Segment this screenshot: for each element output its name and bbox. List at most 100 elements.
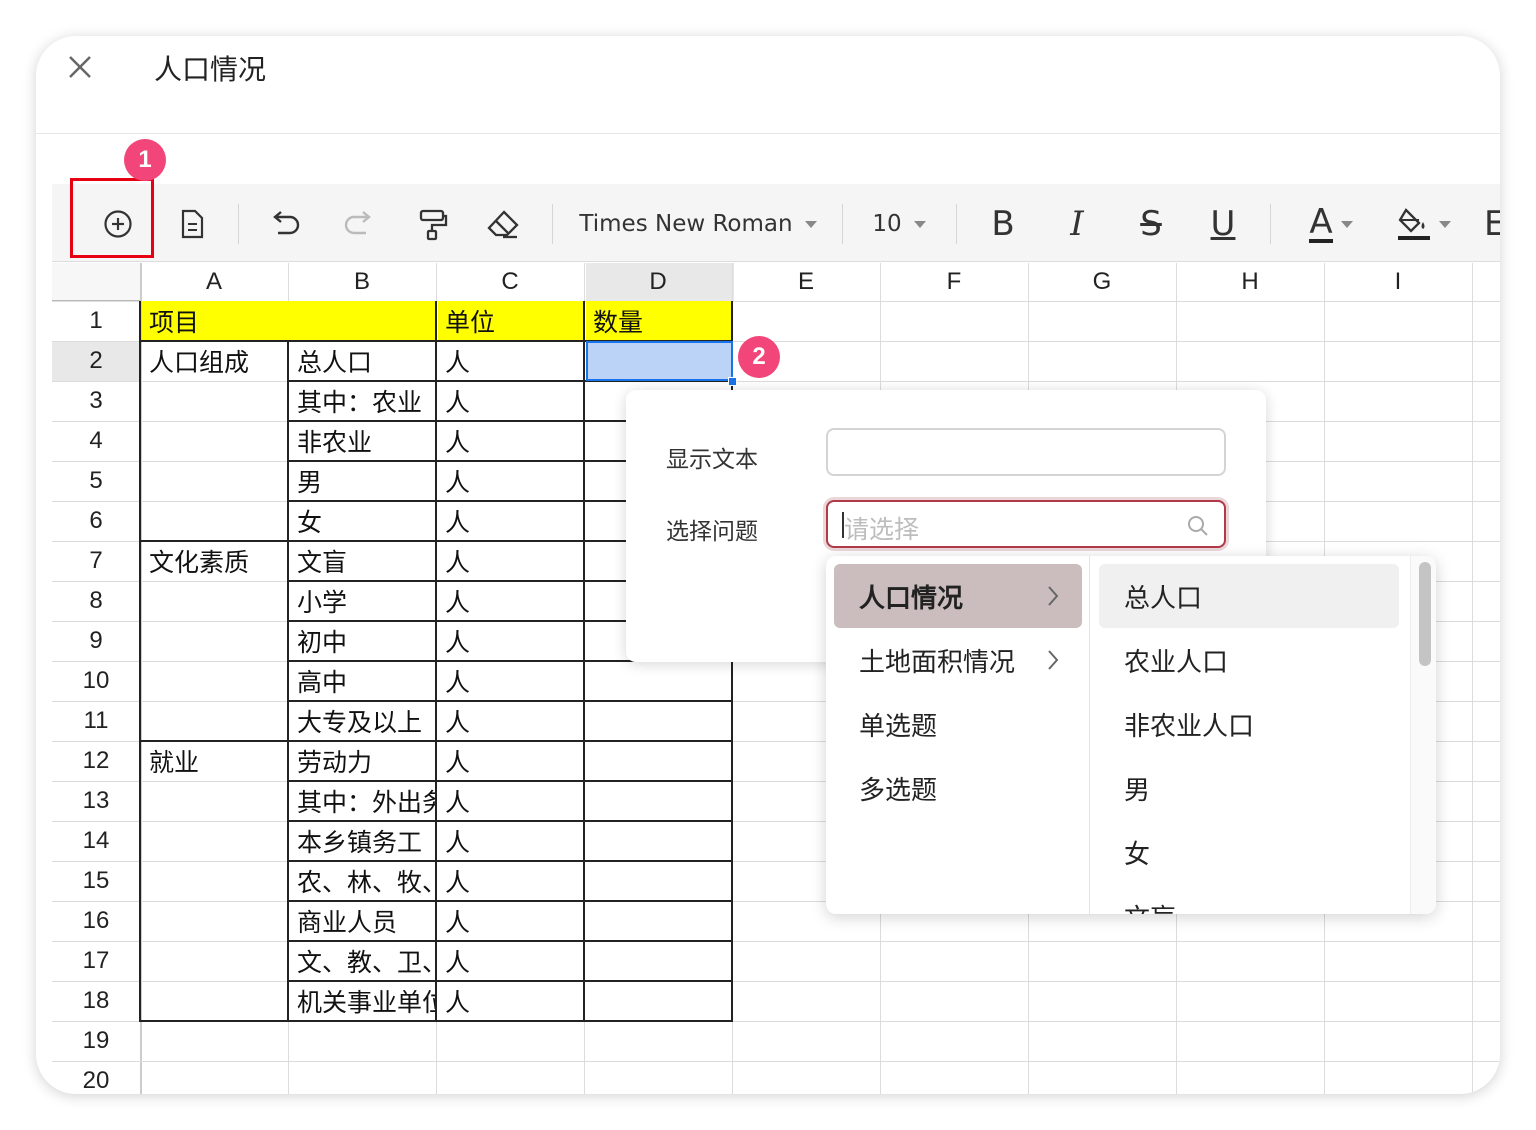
row-header-5[interactable]: 5	[52, 461, 140, 501]
font-size-select[interactable]: 10	[868, 204, 930, 244]
cell-b17[interactable]: 文、教、卫、	[290, 941, 436, 981]
undo-button[interactable]	[264, 204, 306, 244]
cell-c14[interactable]: 人	[438, 821, 584, 861]
cell-c8[interactable]: 人	[438, 581, 584, 621]
cell-b15[interactable]: 农、林、牧、	[290, 861, 436, 901]
row-header-14[interactable]: 14	[52, 821, 140, 861]
font-color-button[interactable]: A	[1298, 204, 1364, 244]
row-header-7[interactable]: 7	[52, 541, 140, 581]
row-header-20[interactable]: 20	[52, 1061, 140, 1094]
redo-button[interactable]	[338, 204, 380, 244]
row-header-8[interactable]: 8	[52, 581, 140, 621]
cell-a7-group[interactable]: 文化素质	[142, 541, 288, 581]
option-item[interactable]: 农业人口	[1099, 628, 1399, 692]
cell-b3[interactable]: 其中：农业	[290, 381, 436, 421]
cell-c6[interactable]: 人	[438, 501, 584, 541]
option-item[interactable]: 文盲	[1099, 884, 1399, 915]
cell-c11[interactable]: 人	[438, 701, 584, 741]
cell-b9[interactable]: 初中	[290, 621, 436, 661]
cell-b14[interactable]: 本乡镇务工	[290, 821, 436, 861]
cell-c13[interactable]: 人	[438, 781, 584, 821]
category-item-single-choice[interactable]: 单选题	[834, 692, 1082, 756]
cell-c15[interactable]: 人	[438, 861, 584, 901]
cell-c18[interactable]: 人	[438, 981, 584, 1021]
column-header-a[interactable]: A	[140, 263, 288, 301]
format-painter-button[interactable]	[412, 204, 454, 244]
column-header-g[interactable]: G	[1028, 263, 1176, 301]
cell-c7[interactable]: 人	[438, 541, 584, 581]
column-header-d[interactable]: D	[584, 263, 732, 301]
fill-handle[interactable]	[728, 377, 737, 386]
italic-button[interactable]: I	[1056, 204, 1098, 244]
cell-b4[interactable]: 非农业	[290, 421, 436, 461]
option-item[interactable]: 非农业人口	[1099, 692, 1399, 756]
scrollbar-thumb[interactable]	[1419, 562, 1431, 666]
category-item-land-area[interactable]: 土地面积情况	[834, 628, 1082, 692]
row-header-15[interactable]: 15	[52, 861, 140, 901]
row-header-18[interactable]: 18	[52, 981, 140, 1021]
fill-color-button[interactable]	[1392, 204, 1456, 244]
row-header-6[interactable]: 6	[52, 501, 140, 541]
cell-a12-group[interactable]: 就业	[142, 741, 288, 781]
row-header-3[interactable]: 3	[52, 381, 140, 421]
cell-b18[interactable]: 机关事业单位	[290, 981, 436, 1021]
cell-b12[interactable]: 劳动力	[290, 741, 436, 781]
column-header-c[interactable]: C	[436, 263, 584, 301]
cell-b7[interactable]: 文盲	[290, 541, 436, 581]
option-item[interactable]: 男	[1099, 756, 1399, 820]
option-item[interactable]: 总人口	[1099, 564, 1399, 628]
row-header-13[interactable]: 13	[52, 781, 140, 821]
category-item-population[interactable]: 人口情况	[834, 564, 1082, 628]
eraser-button[interactable]	[482, 204, 524, 244]
cell-c10[interactable]: 人	[438, 661, 584, 701]
row-header-19[interactable]: 19	[52, 1021, 140, 1061]
column-header-h[interactable]: H	[1176, 263, 1324, 301]
category-item-multi-choice[interactable]: 多选题	[834, 756, 1082, 820]
select-all-corner[interactable]	[52, 263, 140, 301]
option-item[interactable]: 女	[1099, 820, 1399, 884]
row-header-2[interactable]: 2	[52, 341, 140, 381]
cell-b2[interactable]: 总人口	[290, 341, 436, 381]
document-button[interactable]	[172, 204, 212, 244]
cell-c2[interactable]: 人	[438, 341, 584, 381]
cell-c5[interactable]: 人	[438, 461, 584, 501]
row-header-11[interactable]: 11	[52, 701, 140, 741]
cell-c1[interactable]: 单位	[438, 301, 585, 341]
cell-b16[interactable]: 商业人员	[290, 901, 436, 941]
column-header-i[interactable]: I	[1324, 263, 1472, 301]
row-header-10[interactable]: 10	[52, 661, 140, 701]
cell-c16[interactable]: 人	[438, 901, 584, 941]
active-cell-d2[interactable]	[586, 341, 733, 381]
more-button[interactable]: E	[1484, 204, 1500, 244]
row-header-12[interactable]: 12	[52, 741, 140, 781]
row-header-1[interactable]: 1	[52, 301, 140, 341]
cell-a2-group[interactable]: 人口组成	[142, 341, 288, 381]
column-header-f[interactable]: F	[880, 263, 1028, 301]
row-header-9[interactable]: 9	[52, 621, 140, 661]
bold-button[interactable]: B	[982, 204, 1024, 244]
column-header-b[interactable]: B	[288, 263, 436, 301]
cell-c17[interactable]: 人	[438, 941, 584, 981]
row-header-4[interactable]: 4	[52, 421, 140, 461]
close-button[interactable]	[64, 51, 96, 83]
strikethrough-button[interactable]: S	[1130, 204, 1172, 244]
option-scrollbar[interactable]	[1410, 556, 1436, 914]
cell-b10[interactable]: 高中	[290, 661, 436, 701]
cell-b11[interactable]: 大专及以上	[290, 701, 436, 741]
select-question-input[interactable]: 请选择	[826, 500, 1226, 548]
cell-a1[interactable]: 项目	[142, 301, 436, 341]
cell-c3[interactable]: 人	[438, 381, 584, 421]
cell-c12[interactable]: 人	[438, 741, 584, 781]
column-header-e[interactable]: E	[732, 263, 880, 301]
font-family-select[interactable]: Times New Roman	[579, 204, 817, 244]
row-header-17[interactable]: 17	[52, 941, 140, 981]
cell-c9[interactable]: 人	[438, 621, 584, 661]
cell-d1[interactable]: 数量	[586, 301, 733, 341]
cell-b13[interactable]: 其中：外出务	[290, 781, 436, 821]
cell-b8[interactable]: 小学	[290, 581, 436, 621]
cell-c4[interactable]: 人	[438, 421, 584, 461]
cell-b5[interactable]: 男	[290, 461, 436, 501]
cell-b6[interactable]: 女	[290, 501, 436, 541]
row-header-16[interactable]: 16	[52, 901, 140, 941]
display-text-input[interactable]	[826, 428, 1226, 476]
